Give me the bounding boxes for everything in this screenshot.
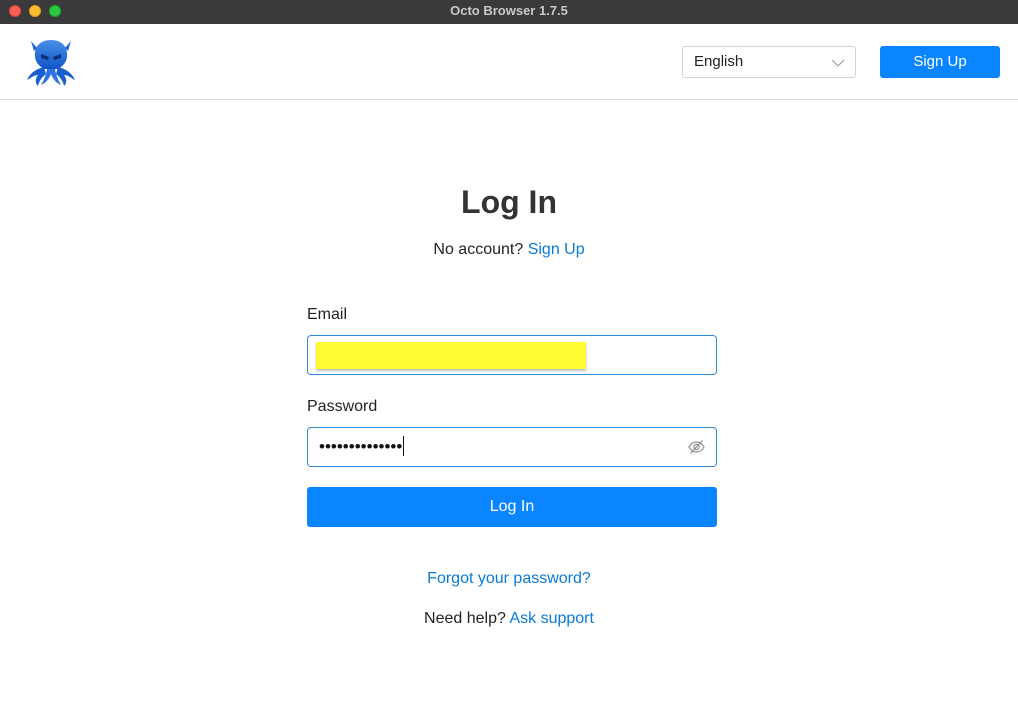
ask-support-link[interactable]: Ask support bbox=[509, 610, 593, 627]
forgot-password-line: Forgot your password? bbox=[0, 570, 1018, 588]
language-select[interactable]: English bbox=[682, 46, 856, 78]
octopus-logo-icon bbox=[22, 36, 80, 88]
email-label: Email bbox=[307, 306, 348, 323]
page-title: Log In bbox=[461, 184, 557, 220]
window-title: Octo Browser 1.7.5 bbox=[450, 3, 568, 18]
email-redaction bbox=[316, 342, 586, 369]
no-account-line: No account? Sign Up bbox=[0, 241, 1018, 259]
no-account-text: No account? bbox=[433, 241, 524, 258]
header-signup-button[interactable]: Sign Up bbox=[880, 46, 1000, 78]
password-label: Password bbox=[307, 398, 378, 415]
window-titlebar: Octo Browser 1.7.5 bbox=[0, 0, 1018, 24]
login-submit-button[interactable]: Log In bbox=[307, 487, 717, 527]
language-selected-value: English bbox=[694, 53, 744, 70]
password-masked-value: •••••••••••••• bbox=[319, 437, 403, 456]
signup-link[interactable]: Sign Up bbox=[528, 241, 585, 258]
need-help-text: Need help? bbox=[424, 610, 506, 627]
forgot-password-link[interactable]: Forgot your password? bbox=[427, 570, 591, 587]
text-caret bbox=[403, 436, 405, 457]
email-field[interactable] bbox=[307, 335, 717, 375]
password-field[interactable]: •••••••••••••• bbox=[307, 427, 717, 467]
app-header: English Sign Up bbox=[0, 24, 1018, 100]
eye-slash-icon[interactable] bbox=[688, 439, 705, 455]
password-input[interactable]: •••••••••••••• bbox=[319, 428, 405, 466]
need-help-line: Need help? Ask support bbox=[0, 610, 1018, 628]
chevron-down-icon bbox=[831, 56, 845, 68]
